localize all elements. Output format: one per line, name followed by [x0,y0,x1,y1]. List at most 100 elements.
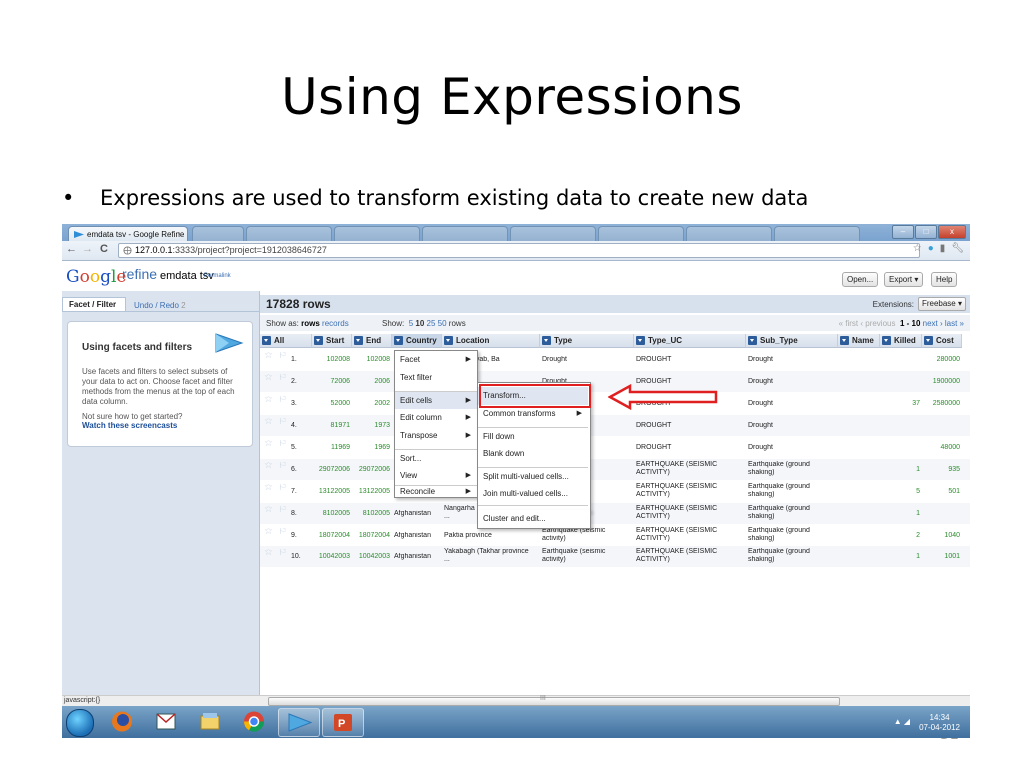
column-header-killed[interactable]: Killed [880,334,922,348]
browser-tab[interactable] [422,226,508,242]
dropdown-icon[interactable] [542,336,551,345]
freebase-button[interactable]: Freebase ▾ [917,297,966,311]
star-icon[interactable]: ☆ [264,549,273,557]
browser-tab[interactable] [598,226,684,242]
star-icon[interactable]: ☆ [264,462,273,470]
browser-tab-active[interactable]: emdata tsv - Google Refine × [68,226,188,242]
menu-item-text-filter[interactable]: Text filter [395,369,477,387]
tab-facet-filter[interactable]: Facet / Filter [62,297,126,311]
column-header-type[interactable]: Type [540,334,634,348]
permalink-link[interactable]: Permalink [204,273,231,279]
bookmark-star-icon[interactable]: ☆ [913,243,922,254]
star-icon[interactable]: ☆ [264,352,273,360]
skype-icon[interactable]: ● [928,243,934,254]
menu-item-view[interactable]: View ▶ [395,467,477,485]
column-header-end[interactable]: End [352,334,392,348]
star-icon[interactable]: ☆ [264,528,273,536]
browser-tab[interactable] [686,226,772,242]
firefox-taskbar-icon[interactable] [102,708,142,735]
dropdown-icon[interactable] [394,336,403,345]
open-button[interactable]: Open... [842,272,879,287]
browser-tab[interactable] [774,226,860,242]
horizontal-scrollbar[interactable]: III [260,695,970,706]
dropdown-icon[interactable] [840,336,849,345]
star-icon[interactable]: ☆ [264,484,273,492]
reload-icon[interactable]: C [100,243,108,255]
star-icon[interactable]: ☆ [264,440,273,448]
star-icon[interactable]: ☆ [264,374,273,382]
dropdown-icon[interactable] [924,336,933,345]
scroll-thumb[interactable] [268,697,840,706]
system-tray-icons[interactable]: ▲ ◢ [894,717,910,726]
column-header-country[interactable]: Country [392,334,442,348]
menu-item-facet[interactable]: Facet ▶ [395,351,477,369]
flag-icon[interactable]: ⚐ [278,462,287,470]
dropdown-icon[interactable] [354,336,363,345]
close-window-icon[interactable]: x [938,225,966,239]
explorer-taskbar-icon[interactable] [190,708,230,735]
menu-item-sort[interactable]: Sort... [395,449,477,467]
dropdown-icon[interactable] [444,336,453,345]
column-header-all[interactable]: All [260,334,312,348]
column-header-type-uc[interactable]: Type_UC [634,334,746,348]
column-header-sub-type[interactable]: Sub_Type [746,334,838,348]
column-header-cost[interactable]: Cost [922,334,962,348]
star-icon[interactable]: ☆ [264,396,273,404]
page-size-25[interactable]: 25 [427,319,436,328]
system-clock[interactable]: 14:34 07-04-2012 [919,713,960,733]
signal-icon[interactable]: ▮ [940,243,946,254]
page-size-5[interactable]: 5 [409,319,413,328]
pager-prev[interactable]: « first ‹ previous [839,319,896,328]
show-as-records[interactable]: records [322,319,349,328]
browser-tab[interactable] [246,226,332,242]
chrome-taskbar-icon[interactable] [234,708,274,735]
show-as-rows[interactable]: rows [301,319,320,328]
flag-icon[interactable]: ⚐ [278,396,287,404]
back-icon[interactable]: ← [66,243,77,255]
menu-item-split-multi-valued[interactable]: Split multi-valued cells... [478,467,588,485]
column-header-name[interactable]: Name [838,334,880,348]
dropdown-icon[interactable] [314,336,323,345]
refine-taskbar-icon[interactable] [278,708,320,737]
flag-icon[interactable]: ⚐ [278,418,287,426]
flag-icon[interactable]: ⚐ [278,549,287,557]
flag-icon[interactable]: ⚐ [278,528,287,536]
browser-tab[interactable] [334,226,420,242]
flag-icon[interactable]: ⚐ [278,440,287,448]
page-size-10[interactable]: 10 [415,319,424,328]
browser-tab[interactable] [510,226,596,242]
pager-next[interactable]: next › last » [923,319,964,328]
flag-icon[interactable]: ⚐ [278,352,287,360]
browser-tab[interactable] [192,226,244,242]
column-header-start[interactable]: Start [312,334,352,348]
flag-icon[interactable]: ⚐ [278,506,287,514]
screencasts-link[interactable]: Watch these screencasts [82,421,177,430]
menu-item-edit-cells[interactable]: Edit cells ▶ [395,391,477,409]
start-orb-icon[interactable] [66,709,94,737]
mail-taskbar-icon[interactable] [146,708,186,735]
address-bar[interactable]: 127.0.0.1:3333/project?project=191203864… [118,243,920,258]
menu-item-reconcile[interactable]: Reconcile ▶ [395,485,477,497]
flag-icon[interactable]: ⚐ [278,484,287,492]
dropdown-icon[interactable] [636,336,645,345]
menu-item-edit-column[interactable]: Edit column ▶ [395,409,477,427]
column-header-location[interactable]: Location [442,334,540,348]
forward-icon[interactable]: → [82,243,93,255]
powerpoint-taskbar-icon[interactable]: P [322,708,364,737]
flag-icon[interactable]: ⚐ [278,374,287,382]
star-icon[interactable]: ☆ [264,418,273,426]
minimize-icon[interactable]: – [892,225,914,239]
wrench-icon[interactable]: 🔧︎ [951,243,964,254]
export-button[interactable]: Export ▾ [884,272,924,287]
menu-item-transpose[interactable]: Transpose ▶ [395,427,477,445]
dropdown-icon[interactable] [262,336,271,345]
page-size-50[interactable]: 50 [438,319,447,328]
dropdown-icon[interactable] [748,336,757,345]
menu-item-cluster-and-edit[interactable]: Cluster and edit... [478,510,588,528]
menu-item-blank-down[interactable]: Blank down [478,445,588,463]
tab-undo-redo[interactable]: Undo / Redo 2 [134,301,186,310]
help-button[interactable]: Help [931,272,958,287]
tab-close-icon[interactable]: × [178,229,183,239]
star-icon[interactable]: ☆ [264,506,273,514]
menu-item-join-multi-valued[interactable]: Join multi-valued cells... [478,485,588,503]
